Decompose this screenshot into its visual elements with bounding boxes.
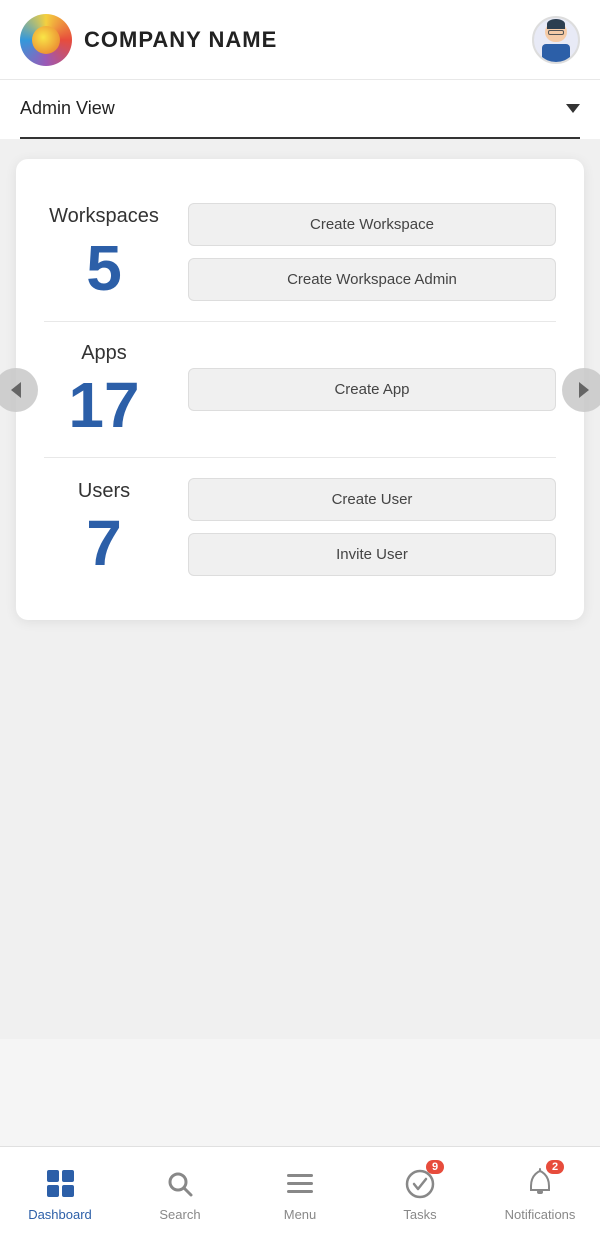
users-section: Users 7 Create User Invite User	[44, 458, 556, 596]
logo-inner	[32, 26, 60, 54]
user-avatar[interactable]	[532, 16, 580, 64]
dashboard-grid-icon	[47, 1170, 74, 1197]
nav-item-notifications[interactable]: 2 Notifications	[500, 1166, 580, 1222]
grid-cell-3	[47, 1185, 59, 1197]
users-info: Users 7	[44, 480, 164, 575]
dashboard-icon	[42, 1166, 78, 1202]
create-workspace-admin-button[interactable]: Create Workspace Admin	[188, 258, 556, 301]
apps-section: Apps 17 Create App	[44, 322, 556, 458]
nav-item-search[interactable]: Search	[140, 1166, 220, 1222]
create-user-button[interactable]: Create User	[188, 478, 556, 521]
search-icon-svg	[166, 1170, 194, 1198]
invite-user-button[interactable]: Invite User	[188, 533, 556, 576]
apps-title: Apps	[81, 342, 127, 365]
workspaces-section: Workspaces 5 Create Workspace Create Wor…	[44, 183, 556, 322]
company-name-label: COMPANY NAME	[84, 27, 277, 53]
bottom-navigation: Dashboard Search Menu 9	[0, 1146, 600, 1246]
grid-cell-2	[62, 1170, 74, 1182]
nav-dashboard-label: Dashboard	[28, 1207, 92, 1222]
avatar-hair	[547, 19, 565, 29]
avatar-body	[542, 44, 570, 61]
nav-tasks-label: Tasks	[403, 1207, 436, 1222]
view-selector-wrap: Admin View	[0, 80, 600, 139]
nav-notifications-label: Notifications	[505, 1207, 576, 1222]
menu-line-2	[287, 1182, 313, 1185]
apps-count: 17	[68, 373, 139, 437]
main-content: Workspaces 5 Create Workspace Create Wor…	[0, 139, 600, 1039]
right-arrow-icon	[579, 382, 589, 398]
next-arrow-button[interactable]	[562, 368, 600, 412]
notifications-nav-icon: 2	[522, 1166, 558, 1202]
view-selector-label: Admin View	[20, 98, 115, 119]
create-workspace-button[interactable]: Create Workspace	[188, 203, 556, 246]
app-header: COMPANY NAME	[0, 0, 600, 80]
chevron-down-icon	[566, 104, 580, 113]
tasks-nav-icon: 9	[402, 1166, 438, 1202]
left-arrow-icon	[11, 382, 21, 398]
notifications-badge: 2	[546, 1160, 564, 1174]
nav-search-label: Search	[159, 1207, 200, 1222]
search-nav-icon	[162, 1166, 198, 1202]
menu-line-3	[287, 1190, 313, 1193]
create-app-button[interactable]: Create App	[188, 368, 556, 411]
users-title: Users	[78, 480, 130, 503]
avatar-figure	[538, 22, 574, 62]
header-brand: COMPANY NAME	[20, 14, 277, 66]
dashboard-card: Workspaces 5 Create Workspace Create Wor…	[16, 159, 584, 620]
nav-item-tasks[interactable]: 9 Tasks	[380, 1166, 460, 1222]
menu-nav-icon	[282, 1166, 318, 1202]
grid-cell-4	[62, 1185, 74, 1197]
nav-item-menu[interactable]: Menu	[260, 1166, 340, 1222]
menu-line-1	[287, 1174, 313, 1177]
users-buttons: Create User Invite User	[188, 478, 556, 576]
dashboard-card-wrapper: Workspaces 5 Create Workspace Create Wor…	[16, 159, 584, 620]
nav-item-dashboard[interactable]: Dashboard	[20, 1166, 100, 1222]
workspaces-count: 5	[86, 236, 122, 300]
workspaces-buttons: Create Workspace Create Workspace Admin	[188, 203, 556, 301]
tasks-badge: 9	[426, 1160, 444, 1174]
avatar-glasses	[548, 30, 564, 35]
avatar-head	[545, 22, 567, 43]
workspaces-info: Workspaces 5	[44, 205, 164, 300]
workspaces-title: Workspaces	[49, 205, 159, 228]
users-count: 7	[86, 511, 122, 575]
nav-menu-label: Menu	[284, 1207, 317, 1222]
apps-info: Apps 17	[44, 342, 164, 437]
view-selector-dropdown[interactable]: Admin View	[20, 80, 580, 139]
grid-cell-1	[47, 1170, 59, 1182]
hamburger-icon	[287, 1174, 313, 1193]
company-logo	[20, 14, 72, 66]
apps-buttons: Create App	[188, 368, 556, 411]
